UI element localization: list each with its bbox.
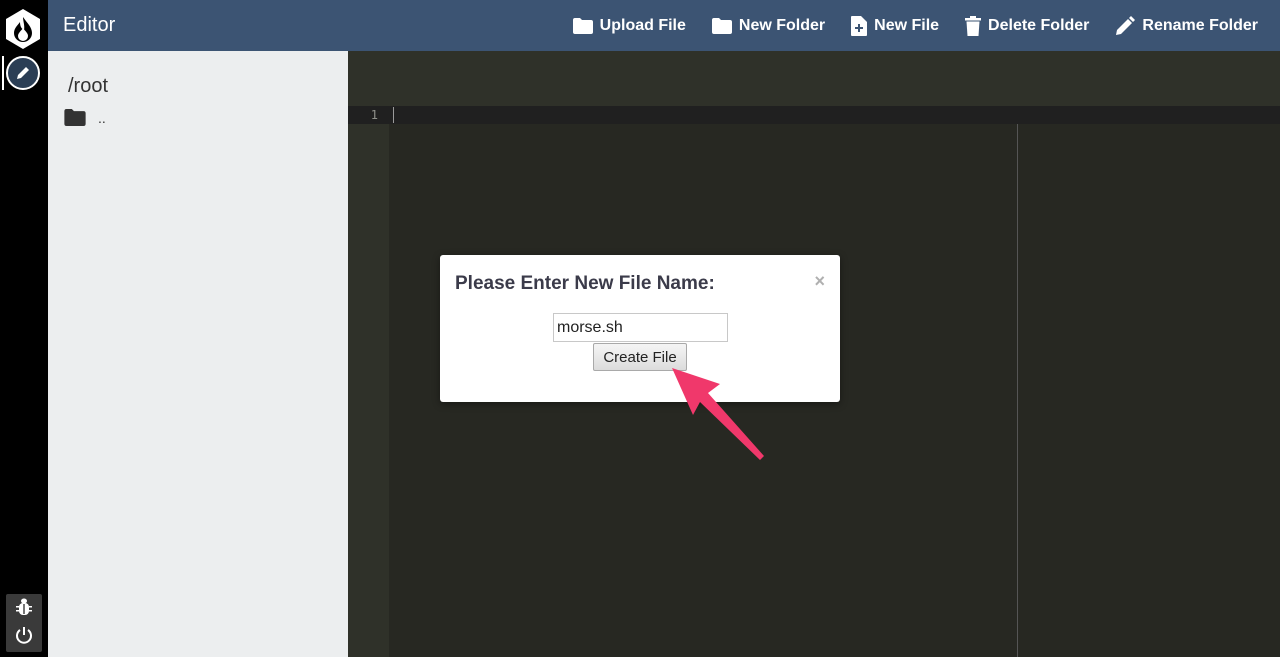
list-item-parent-folder[interactable]: .. — [64, 109, 106, 126]
power-icon[interactable] — [14, 625, 34, 645]
trash-icon — [965, 15, 982, 36]
dialog-title: Please Enter New File Name: — [455, 273, 715, 294]
left-rail — [0, 0, 48, 657]
upload-file-button[interactable]: Upload File — [572, 16, 686, 35]
active-indicator — [2, 56, 4, 90]
editor-gutter — [348, 106, 389, 657]
text-cursor — [393, 107, 394, 123]
pencil-icon — [1116, 15, 1136, 35]
upload-file-label: Upload File — [599, 16, 686, 34]
page-title: Editor — [63, 14, 116, 36]
new-file-button[interactable]: New File — [851, 15, 940, 36]
active-line-highlight — [348, 106, 1280, 124]
toolbar: Upload File New Folder New File Delete F… — [547, 0, 1258, 51]
delete-folder-button[interactable]: Delete Folder — [965, 15, 1090, 36]
current-path: /root — [68, 75, 109, 97]
pencil-icon — [17, 67, 29, 79]
rename-folder-label: Rename Folder — [1142, 16, 1258, 34]
new-file-dialog: Please Enter New File Name: × Create Fil… — [440, 255, 840, 402]
print-margin — [1017, 124, 1018, 657]
app-root: Editor Upload File New Folder New File D… — [0, 0, 1280, 657]
delete-folder-label: Delete Folder — [988, 16, 1090, 34]
new-folder-label: New Folder — [738, 16, 826, 34]
app-logo-icon[interactable] — [4, 8, 42, 50]
annotation-arrow-icon — [672, 368, 764, 460]
line-number: 1 — [370, 108, 378, 122]
bug-icon[interactable] — [16, 597, 32, 617]
top-header: Editor Upload File New Folder New File D… — [48, 0, 1280, 51]
file-browser: /root .. — [48, 51, 348, 657]
file-plus-icon — [851, 15, 868, 36]
new-folder-button[interactable]: New Folder — [711, 16, 826, 35]
new-file-label: New File — [874, 16, 940, 34]
folder-icon — [572, 17, 593, 34]
rail-bottom-tools — [6, 594, 42, 652]
list-item-label: .. — [98, 109, 106, 126]
close-icon[interactable]: × — [814, 271, 825, 292]
editor-nav-button[interactable] — [6, 56, 40, 90]
editor-tab-strip — [348, 51, 1280, 106]
file-name-input[interactable] — [553, 313, 728, 342]
rename-folder-button[interactable]: Rename Folder — [1115, 15, 1258, 36]
folder-icon — [711, 17, 732, 34]
folder-icon — [64, 109, 86, 126]
